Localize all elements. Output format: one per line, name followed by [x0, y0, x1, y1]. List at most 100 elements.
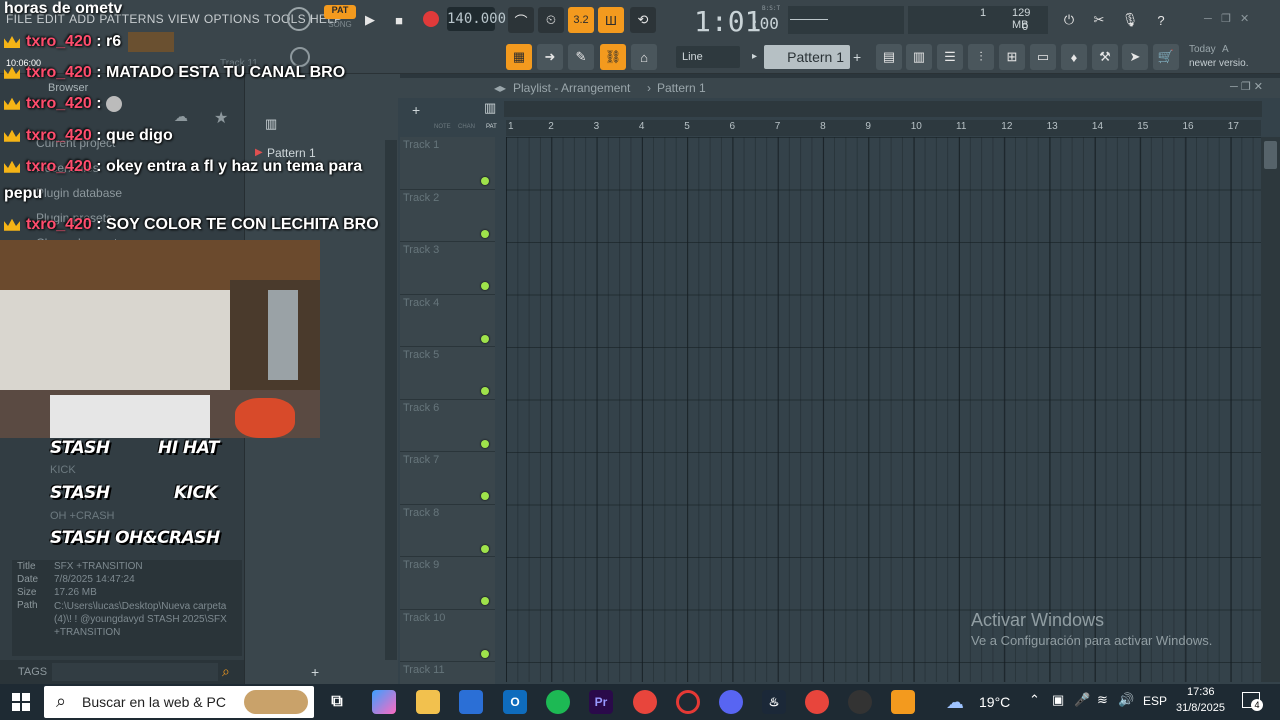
- tags-input[interactable]: [52, 663, 218, 681]
- steam-icon[interactable]: ♨: [762, 690, 786, 714]
- step-edit-icon[interactable]: Ш: [598, 7, 624, 33]
- track-enable-led-icon[interactable]: [481, 439, 489, 448]
- track-header[interactable]: Track 5: [400, 347, 495, 400]
- language-indicator[interactable]: ESP: [1143, 694, 1167, 708]
- power-icon[interactable]: ⏻: [1056, 7, 1082, 33]
- tempo-display[interactable]: 140.000: [447, 7, 506, 31]
- song-mode-button[interactable]: SONG: [324, 20, 356, 32]
- plugin-icon[interactable]: ♦: [1061, 44, 1087, 70]
- wrench-icon[interactable]: ⚒: [1092, 44, 1118, 70]
- playlist-view-icon[interactable]: ▤: [876, 44, 902, 70]
- outlook-icon[interactable]: O: [503, 690, 527, 714]
- copilot-icon[interactable]: [372, 690, 396, 714]
- draw-icon[interactable]: ✎: [568, 44, 594, 70]
- file-explorer-icon[interactable]: [416, 690, 440, 714]
- horizontal-scrollbar[interactable]: [504, 101, 1262, 117]
- track-enable-led-icon[interactable]: [481, 544, 489, 553]
- cloud-icon[interactable]: ☁: [174, 108, 188, 125]
- channel-rack-icon[interactable]: ☰: [937, 44, 963, 70]
- piano-icon[interactable]: ▥: [484, 100, 496, 116]
- link-icon[interactable]: ⛓: [600, 44, 626, 70]
- premiere-icon[interactable]: Pr: [589, 690, 613, 714]
- track-header[interactable]: Track 2: [400, 189, 495, 242]
- store-icon[interactable]: [459, 690, 483, 714]
- wifi-icon[interactable]: ≋: [1097, 692, 1108, 708]
- track-header[interactable]: Track 8: [400, 504, 495, 557]
- menu-view[interactable]: VIEW: [168, 12, 200, 26]
- taskbar-search-box[interactable]: ⌕ Buscar en la web & PC: [44, 686, 314, 718]
- track-header[interactable]: Track 4: [400, 294, 495, 347]
- spotify-icon[interactable]: [546, 690, 570, 714]
- track-enable-led-icon[interactable]: [481, 229, 489, 238]
- start-icon[interactable]: [12, 693, 30, 711]
- countdown-icon[interactable]: 3.2: [568, 7, 594, 33]
- add-pattern-button[interactable]: +: [853, 45, 867, 69]
- help-icon[interactable]: ?: [1148, 7, 1174, 33]
- track-enable-led-icon[interactable]: [481, 334, 489, 343]
- discord-icon[interactable]: [719, 690, 743, 714]
- channel-scrollbar[interactable]: [385, 140, 397, 660]
- metronome-icon[interactable]: ⌒: [508, 7, 534, 33]
- notification-icon[interactable]: 4: [1242, 692, 1263, 711]
- playlist-window-controls[interactable]: ─ ❐ ✕: [1230, 80, 1263, 93]
- template-icon[interactable]: ▭: [1030, 44, 1056, 70]
- playlist-grid[interactable]: [506, 137, 1261, 682]
- track-header[interactable]: Track 9: [400, 557, 495, 610]
- tree-icon[interactable]: ⊞: [999, 44, 1025, 70]
- record-icon[interactable]: [423, 11, 439, 27]
- track-enable-led-icon[interactable]: [481, 177, 489, 185]
- playlist-arrows-icon[interactable]: ◂▸: [494, 81, 506, 95]
- stop-icon[interactable]: ■: [386, 7, 412, 33]
- chrome-icon[interactable]: [633, 690, 657, 714]
- loop-record-icon[interactable]: ⟲: [630, 7, 656, 33]
- stamp-icon[interactable]: ⌂: [631, 44, 657, 70]
- track-header[interactable]: Track 1: [400, 137, 495, 190]
- track-enable-led-icon[interactable]: [481, 649, 489, 658]
- piano-roll-icon[interactable]: ▥: [906, 44, 932, 70]
- track-header[interactable]: Track 6: [400, 399, 495, 452]
- track-enable-led-icon[interactable]: [481, 387, 489, 395]
- weather-temp[interactable]: 19°C: [979, 694, 1010, 710]
- news-panel[interactable]: Today A newer versio.: [1188, 43, 1278, 73]
- opera-icon[interactable]: [676, 690, 700, 714]
- add-track-button[interactable]: +: [412, 102, 420, 118]
- volume-icon[interactable]: 🔊: [1118, 692, 1134, 708]
- star-icon[interactable]: ★: [214, 108, 228, 128]
- arrow-right-icon[interactable]: ➜: [537, 44, 563, 70]
- pattern-selector[interactable]: Pattern 1: [764, 45, 850, 69]
- tray-chevron-icon[interactable]: ⌃: [1029, 692, 1040, 708]
- mixer-icon[interactable]: ⫶: [968, 44, 994, 70]
- track-enable-led-icon[interactable]: [481, 597, 489, 605]
- vertical-scrollbar[interactable]: [1261, 137, 1280, 682]
- timeline-ruler[interactable]: 1 2 3 4 5 6 7 8 9 10 11 12 13 14 15 16 17: [506, 120, 1261, 136]
- meet-icon[interactable]: ▣: [1052, 692, 1064, 708]
- browser-folder-oh-crash[interactable]: OH +CRASH: [50, 510, 115, 522]
- piano-keys-icon[interactable]: ▥: [265, 116, 277, 132]
- menu-options[interactable]: OPTIONS: [204, 12, 260, 26]
- pattern-prev-icon[interactable]: ▸: [752, 46, 762, 68]
- play-icon[interactable]: ▶: [357, 7, 383, 33]
- snap-selector[interactable]: Line: [676, 46, 740, 68]
- microphone-icon[interactable]: 🎙: [1117, 7, 1143, 33]
- playlist-icon[interactable]: ▦: [506, 44, 532, 70]
- window-controls[interactable]: ─ ❐ ✕: [1204, 12, 1249, 25]
- mic-tray-icon[interactable]: 🎤: [1074, 692, 1090, 708]
- send-icon[interactable]: ➤: [1122, 44, 1148, 70]
- taskbar-date[interactable]: 31/8/2025: [1176, 702, 1225, 714]
- cut-icon[interactable]: ✂: [1086, 7, 1112, 33]
- vertical-scroll-thumb[interactable]: [1264, 141, 1277, 169]
- browser-folder-kick[interactable]: KICK: [50, 464, 76, 476]
- fl-studio-icon[interactable]: [891, 690, 915, 714]
- cart-icon[interactable]: 🛒: [1153, 44, 1179, 70]
- track-header[interactable]: Track 3: [400, 242, 495, 295]
- add-channel-button[interactable]: +: [311, 664, 319, 680]
- pat-mode-button[interactable]: PAT: [324, 5, 356, 19]
- obs-icon[interactable]: [848, 690, 872, 714]
- taskbar-time[interactable]: 17:36: [1187, 686, 1215, 698]
- track-header[interactable]: Track 10: [400, 609, 495, 662]
- search-icon[interactable]: ⌕: [222, 663, 230, 680]
- wait-input-icon[interactable]: ⏲: [538, 7, 564, 33]
- chrome-profile-icon[interactable]: [805, 690, 829, 714]
- track-header[interactable]: Track 7: [400, 452, 495, 505]
- master-volume-knob[interactable]: [287, 7, 311, 31]
